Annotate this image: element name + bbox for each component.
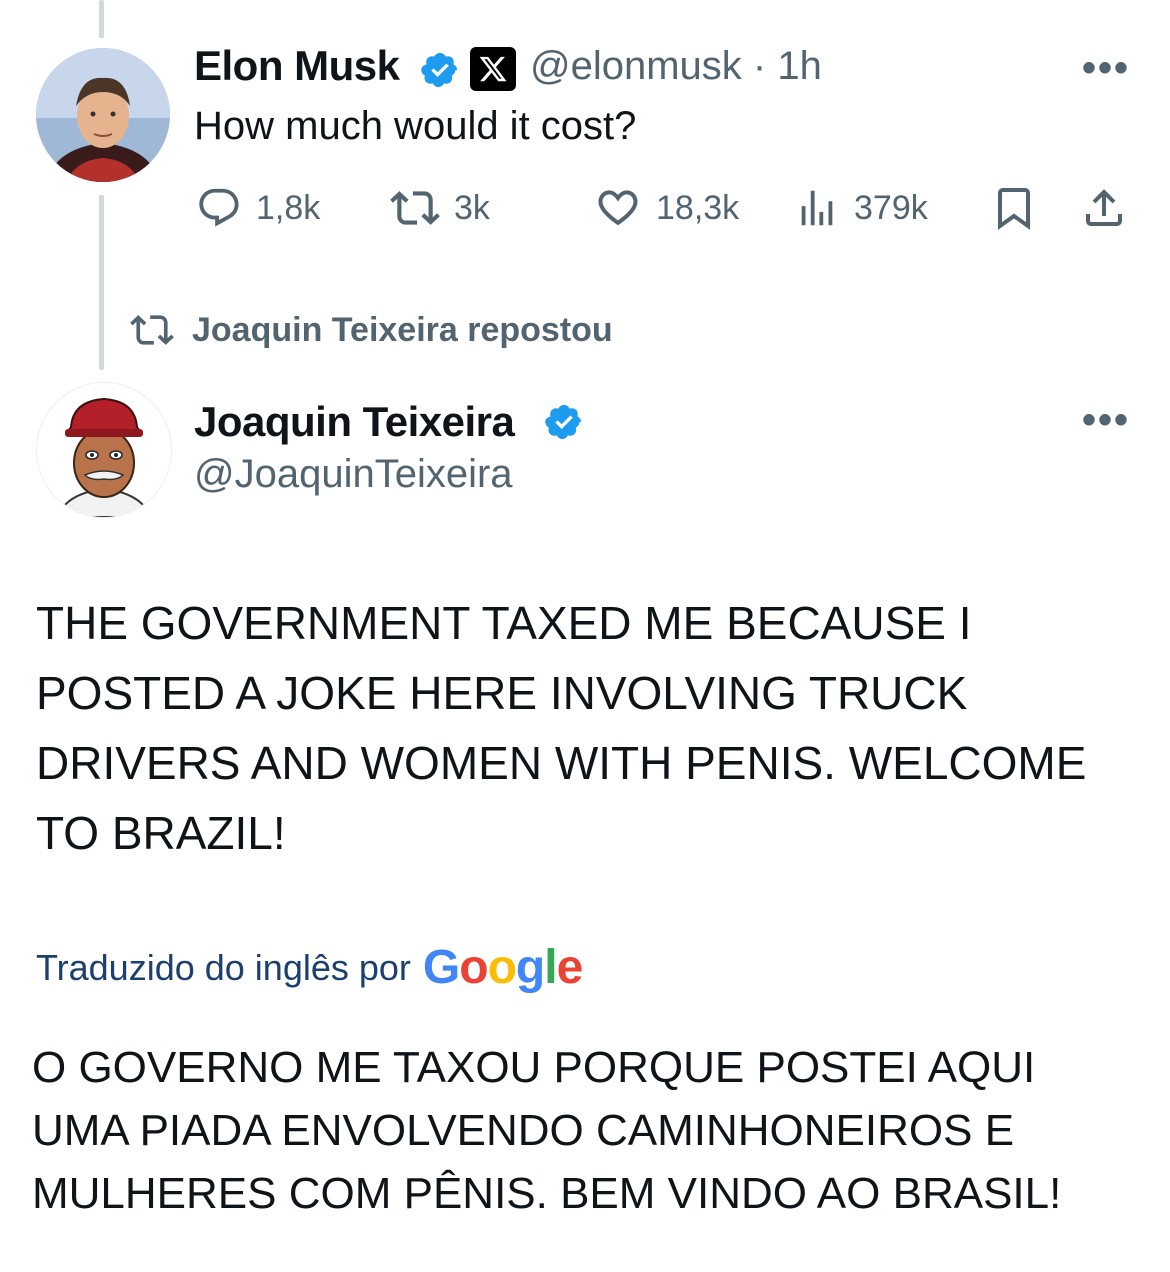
- avatar-joaquin[interactable]: [36, 382, 172, 518]
- repost-icon: [390, 191, 440, 225]
- timestamp[interactable]: 1h: [777, 44, 822, 88]
- repost-banner-text: Joaquin Teixeira repostou: [192, 310, 613, 349]
- share-button[interactable]: [1080, 180, 1142, 236]
- handle-joaquin[interactable]: @JoaquinTeixeira: [194, 452, 513, 497]
- reply-icon: [199, 188, 239, 227]
- tweet-actions: 1,8k 3k 18,3k 379k: [190, 180, 1140, 236]
- verified-badge-icon: [545, 404, 582, 440]
- more-options-button[interactable]: •••: [1082, 398, 1130, 443]
- views-icon: [801, 190, 833, 226]
- translated-by-text: Traduzido do inglês por: [36, 946, 411, 988]
- author-name-elon[interactable]: Elon Musk: [194, 42, 400, 90]
- thread-line-top: [99, 0, 104, 38]
- tweet-text-elon: How much would it cost?: [194, 104, 637, 148]
- handle-text[interactable]: @elonmusk: [530, 44, 742, 88]
- repost-banner[interactable]: Joaquin Teixeira repostou: [130, 308, 613, 352]
- handle-elon[interactable]: @elonmusk · 1h: [530, 44, 822, 89]
- tweet-body: THE GOVERNMENT TAXED ME BECAUSE I POSTED…: [36, 597, 1087, 859]
- separator: ·: [752, 44, 767, 88]
- like-count: 18,3k: [656, 188, 740, 227]
- like-button[interactable]: 18,3k: [594, 180, 739, 236]
- author-name-joaquin[interactable]: Joaquin Teixeira: [194, 398, 515, 446]
- repost-button[interactable]: 3k: [390, 180, 490, 236]
- verified-badge-icon: [421, 52, 458, 88]
- bookmark-button[interactable]: [990, 180, 1052, 236]
- repost-count: 3k: [454, 188, 490, 227]
- translated-text: O GOVERNO ME TAXOU PORQUE POSTEI AQUI UM…: [32, 1043, 1062, 1218]
- repost-icon: [130, 315, 174, 345]
- avatar-elon-image: [36, 48, 170, 182]
- more-options-button[interactable]: •••: [1082, 46, 1130, 91]
- view-count: 379k: [854, 188, 928, 227]
- bookmark-icon: [998, 188, 1030, 230]
- reply-button[interactable]: 1,8k: [196, 180, 320, 236]
- thread-line-middle: [99, 195, 104, 370]
- reply-count: 1,8k: [256, 188, 321, 227]
- avatar-joaquin-image: [37, 383, 171, 517]
- views-button[interactable]: 379k: [794, 180, 928, 236]
- share-icon: [1086, 189, 1122, 226]
- google-logo: Google: [422, 941, 583, 994]
- translation-attribution[interactable]: Traduzido do inglês por Google: [36, 940, 583, 995]
- x-affiliate-icon: [470, 47, 516, 91]
- like-icon: [598, 190, 638, 226]
- avatar-elon[interactable]: [36, 48, 170, 182]
